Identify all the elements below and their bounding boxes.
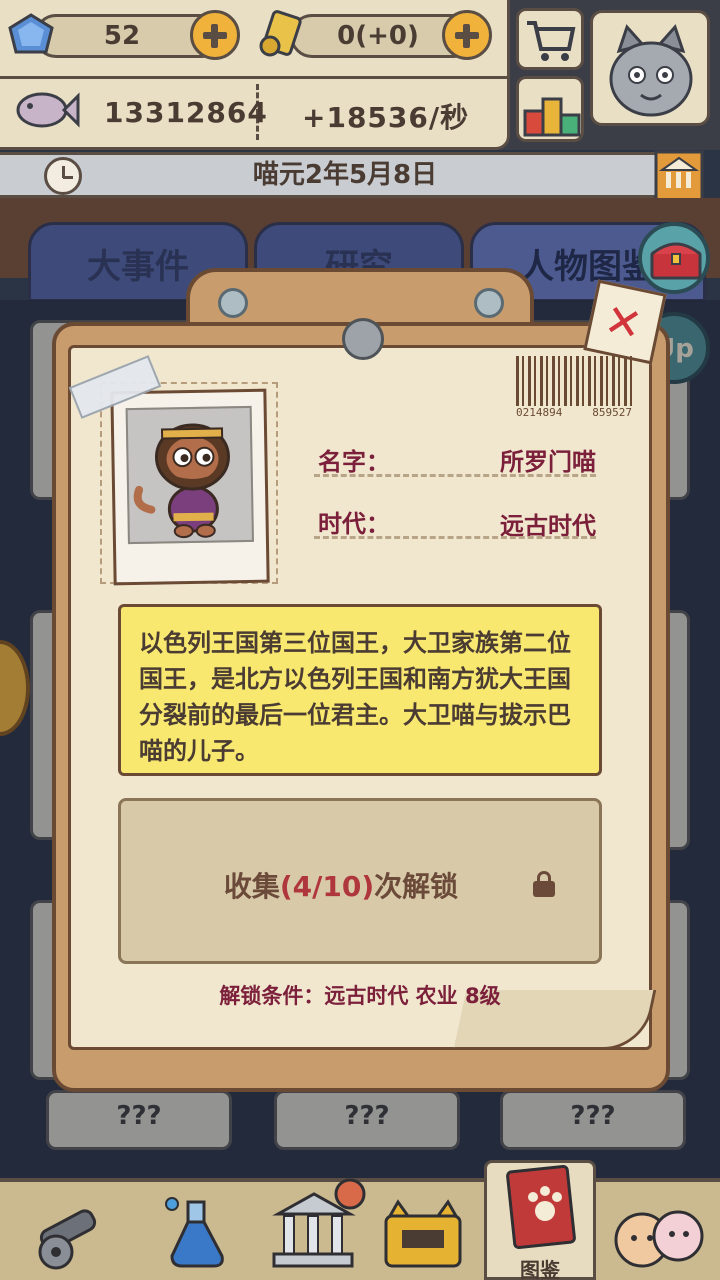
temple-icon [270, 1176, 368, 1274]
close-button[interactable]: ✕ [583, 279, 667, 365]
barcode-numbers: 0214894 859527 [516, 406, 632, 419]
chest-button[interactable] [638, 222, 710, 294]
gems-count: 52 [103, 21, 141, 51]
unlock-condition: 解锁条件：远古时代 农业 8级 [219, 984, 501, 1008]
barcode-number-right: 859527 [592, 406, 632, 419]
era-label: 时代： [318, 510, 390, 538]
character-portrait [133, 423, 230, 539]
top-bar: 52 0(+0) 13312864 +18536/秒 [0, 0, 720, 150]
barcode-number-left: 0214894 [516, 406, 563, 419]
cannon-icon [26, 1194, 116, 1278]
nav-military[interactable] [20, 1190, 116, 1276]
avatar-cat [601, 21, 701, 123]
book-icon [505, 1163, 581, 1259]
pin-icon [342, 318, 384, 360]
fish-rate: +18536/秒 [302, 101, 470, 134]
unlock-text: 收集(4/10)次解锁 [121, 865, 561, 905]
resource-panel: 52 0(+0) 13312864 +18536/秒 [0, 0, 510, 150]
shop-button[interactable] [516, 8, 584, 70]
nav-cats[interactable] [378, 1190, 474, 1276]
nav-collection-label: 图鉴 [520, 1258, 560, 1280]
cat-box-icon [380, 1198, 466, 1276]
scroll-icon [256, 8, 306, 60]
gems-plus-button[interactable] [190, 10, 240, 60]
field-underline [314, 536, 596, 539]
close-icon: ✕ [599, 294, 647, 352]
unlock-prefix: 收集 [223, 870, 280, 903]
potion-icon [158, 1192, 238, 1276]
screw-icon [474, 288, 504, 318]
unlock-progress-box: 收集(4/10)次解锁 [118, 798, 602, 964]
nav-potion[interactable] [150, 1190, 246, 1276]
nav-civilization[interactable] [268, 1178, 366, 1276]
scrolls-count: 0(+0) [337, 21, 419, 51]
name-value: 所罗门喵 [500, 448, 596, 476]
barcode [516, 356, 632, 406]
portrait-background [125, 405, 254, 545]
divider [0, 76, 507, 79]
podium-icon [521, 83, 583, 143]
scrolls-plus-button[interactable] [442, 10, 492, 60]
screw-icon [218, 288, 248, 318]
character-description: 以色列王国第三位国王，大卫家族第二位国王，是北方以色列王国和南方犹大王国分裂前的… [118, 604, 602, 776]
chest-icon [650, 238, 702, 284]
nav-social[interactable] [606, 1190, 704, 1276]
date-text: 喵元2年5月8日 [252, 160, 438, 190]
unlock-suffix: 次解锁 [374, 870, 459, 903]
fish-icon [10, 82, 80, 138]
gem-icon [6, 12, 56, 58]
lock-icon [533, 871, 555, 897]
character-photo [110, 388, 270, 586]
cats-icon [608, 1200, 708, 1276]
date-bar: 喵元2年5月8日 [0, 152, 690, 198]
field-underline [314, 474, 596, 477]
name-label: 名字： [318, 448, 390, 476]
avatar[interactable] [590, 10, 710, 126]
unlock-progress: (4/10) [279, 870, 375, 903]
cart-icon [523, 15, 579, 71]
fish-count: 13312864 [104, 96, 268, 129]
ranking-button[interactable] [516, 76, 584, 142]
